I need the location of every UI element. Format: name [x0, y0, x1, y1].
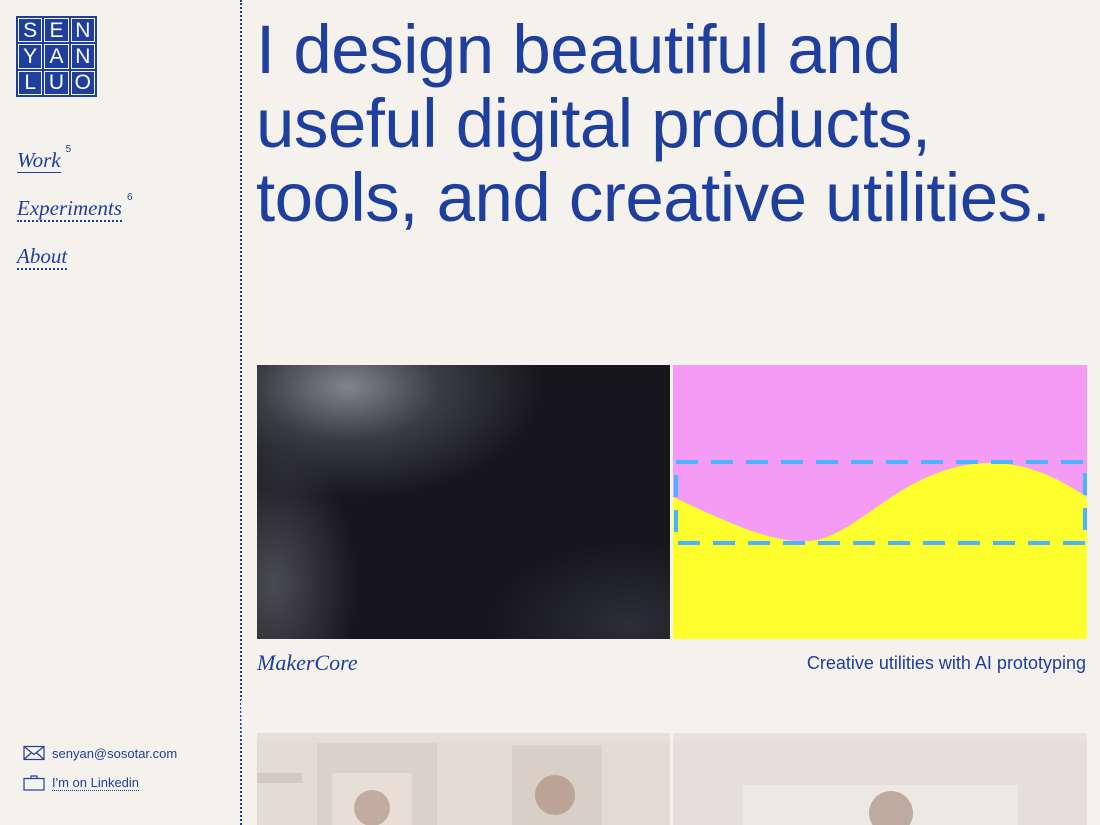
logo-letter: A: [44, 44, 69, 69]
logo-letter: E: [44, 18, 69, 43]
nav-item-work[interactable]: Work 5: [17, 144, 133, 173]
next-project-image[interactable]: [257, 733, 670, 825]
hero-line: tools, and creative utilities.: [256, 159, 1051, 236]
contact-links: senyan@sosotar.com I'm on Linkedin: [23, 743, 177, 803]
nav-item-label: Experiments: [17, 196, 122, 222]
hero-line: I design beautiful and: [256, 11, 902, 88]
nav-item-label: About: [17, 244, 68, 270]
logo-letter: S: [18, 18, 43, 43]
briefcase-icon: [23, 775, 45, 791]
email-text: senyan@sosotar.com: [52, 745, 178, 761]
logo-letter: U: [44, 70, 69, 95]
main-nav: Work 5 Experiments 6 About: [17, 144, 133, 292]
project-image-blurred[interactable]: [257, 365, 670, 639]
project-title[interactable]: MakerCore: [257, 650, 358, 676]
logo-letter: Y: [18, 44, 43, 69]
sidebar: S E N Y A N L U O Work 5 Experiments 6 Abo…: [0, 0, 238, 825]
nav-item-about[interactable]: About: [17, 244, 133, 270]
logo-letter: N: [70, 44, 95, 69]
wave-illustration: [673, 365, 1087, 639]
scroll-fade: [241, 700, 1100, 745]
email-link[interactable]: senyan@sosotar.com: [23, 743, 177, 763]
project-image-wave[interactable]: [673, 365, 1087, 639]
logo-letter: O: [70, 70, 95, 95]
portrait-collage-illustration: [257, 733, 670, 825]
logo-letter: L: [18, 70, 43, 95]
envelope-icon: [23, 745, 45, 761]
nav-item-experiments[interactable]: Experiments 6: [17, 192, 133, 222]
hero-line: useful digital products,: [256, 85, 931, 162]
nav-item-count: 5: [65, 144, 72, 155]
project-caption: Creative utilities with AI prototyping: [806, 653, 1086, 673]
logo-letter: N: [70, 18, 95, 43]
linkedin-link[interactable]: I'm on Linkedin: [23, 773, 177, 793]
nav-item-count: 6: [126, 192, 133, 203]
next-project-image[interactable]: [673, 733, 1087, 825]
logo[interactable]: S E N Y A N L U O: [16, 16, 97, 97]
linkedin-text: I'm on Linkedin: [52, 775, 140, 791]
nav-item-label: Work: [17, 148, 61, 173]
portrait-illustration: [673, 733, 1087, 825]
hero-headline: I design beautiful and useful digital pr…: [256, 13, 1096, 235]
